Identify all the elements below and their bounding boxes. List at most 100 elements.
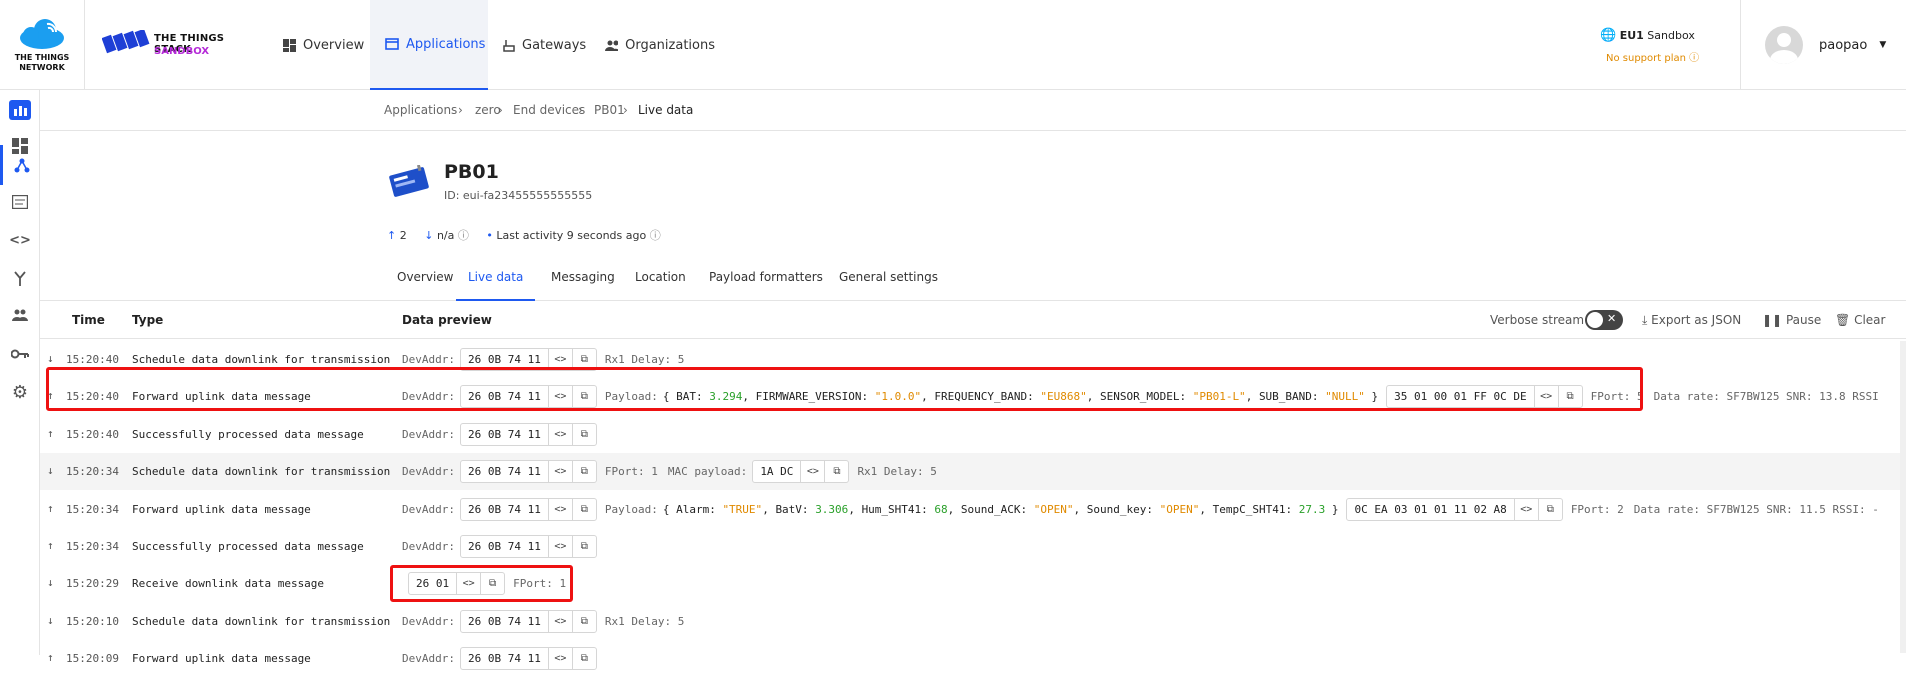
- copy-icon[interactable]: ⧉: [571, 424, 596, 445]
- application-icon: [385, 38, 399, 50]
- copy-icon[interactable]: ⧉: [1537, 499, 1562, 520]
- stack-logo[interactable]: THE THINGS STACK SANDBOX: [102, 28, 262, 64]
- code-toggle-icon[interactable]: <>: [547, 499, 572, 520]
- row-time: 15:20:40: [66, 428, 119, 441]
- highlight-box-uplink: [46, 367, 1643, 411]
- copy-icon[interactable]: ⧉: [571, 611, 596, 632]
- devaddr-label: DevAddr:: [402, 540, 455, 553]
- sidebar-item-end-devices[interactable]: [0, 145, 40, 185]
- nav-overview[interactable]: Overview: [283, 0, 370, 90]
- table-header: Time Type Data preview Verbose stream ✕ …: [40, 301, 1906, 339]
- mac-payload-chip[interactable]: 1A DC <> ⧉: [752, 460, 850, 483]
- ttn-logo-line1: THE THINGS: [14, 53, 70, 62]
- code-toggle-icon[interactable]: <>: [547, 648, 572, 669]
- code-toggle-icon[interactable]: <>: [547, 461, 572, 482]
- user-menu[interactable]: paopao ▼: [1740, 0, 1906, 90]
- column-type: Type: [132, 313, 164, 327]
- row-metadata: Data rate: SF7BW125 SNR: 13.8 RSSI: [1653, 390, 1879, 403]
- row-data-preview: DevAddr: 26 0B 74 11 <> ⧉ FPort: 1 MAC payloa…: [402, 460, 942, 483]
- devaddr-chip[interactable]: 26 0B 74 11 <> ⧉: [459, 423, 597, 446]
- tab-location[interactable]: Location: [635, 270, 686, 301]
- live-data-table: Time Type Data preview Verbose stream ✕ …: [40, 301, 1906, 670]
- breadcrumb-pb01[interactable]: PB01: [594, 103, 625, 117]
- help-icon: ⓘ: [1689, 53, 1700, 64]
- nav-gateways[interactable]: Gateways: [503, 0, 588, 90]
- people-icon: [12, 309, 28, 321]
- table-row[interactable]: ↑ 15:20:09 Forward uplink data message DevA…: [40, 640, 1906, 677]
- device-id: ID: eui-fa23455555555555: [444, 189, 593, 202]
- payload-key: Sound_key:: [1086, 503, 1160, 516]
- payload-key: Alarm:: [676, 503, 723, 516]
- code-toggle-icon[interactable]: <>: [800, 461, 824, 482]
- row-type: Successfully processed data message: [132, 540, 364, 553]
- pause-button[interactable]: ❚❚ Pause: [1762, 313, 1821, 327]
- verbose-stream-toggle[interactable]: ✕: [1585, 310, 1623, 330]
- clear-button[interactable]: 🗑 Clear: [1835, 313, 1885, 327]
- copy-icon[interactable]: ⧉: [571, 461, 596, 482]
- avatar: [1765, 26, 1803, 64]
- devaddr-chip[interactable]: 26 0B 74 11 <> ⧉: [459, 498, 597, 521]
- devaddr-chip[interactable]: 26 0B 74 11 <> ⧉: [459, 610, 597, 633]
- tab-payload-formatters[interactable]: Payload formatters: [709, 270, 823, 301]
- export-json-button[interactable]: ⤓ Export as JSON: [1642, 313, 1741, 328]
- sidebar-item-collaborators[interactable]: [0, 295, 40, 335]
- direction-arrow-icon: ↑: [47, 651, 54, 664]
- device-name: PB01: [444, 161, 499, 183]
- devaddr-chip[interactable]: 26 0B 74 11 <> ⧉: [459, 460, 597, 483]
- region-selector[interactable]: 🌐 EU1 Sandbox No support plan ⓘ: [1600, 28, 1699, 64]
- people-icon: [605, 40, 619, 51]
- direction-arrow-icon: ↓: [47, 464, 54, 477]
- table-row[interactable]: ↓ 15:20:29 Receive downlink data message 26…: [40, 565, 1906, 602]
- export-json-label: Export as JSON: [1651, 313, 1742, 327]
- row-extra: Rx1 Delay: 5: [604, 615, 685, 628]
- uplink-arrow-icon: ↑: [387, 229, 397, 242]
- ttn-logo[interactable]: THE THINGS NETWORK: [0, 0, 85, 90]
- tab-general-settings[interactable]: General settings: [839, 270, 938, 301]
- breadcrumb-end-devices[interactable]: End devices: [513, 103, 585, 117]
- uplink-count: 2: [399, 229, 407, 242]
- copy-icon[interactable]: ⧉: [571, 499, 596, 520]
- sidebar-item-settings[interactable]: ⚙: [0, 372, 40, 412]
- chart-icon: [9, 100, 31, 120]
- scrollbar[interactable]: [1900, 341, 1906, 653]
- breadcrumb-zero[interactable]: zero: [475, 103, 501, 117]
- copy-icon[interactable]: ⧉: [824, 461, 848, 482]
- table-row[interactable]: ↓ 15:20:10 Schedule data downlink for tran…: [40, 603, 1906, 640]
- copy-icon[interactable]: ⧉: [571, 536, 596, 557]
- code-toggle-icon[interactable]: <>: [1513, 499, 1538, 520]
- support-plan: No support plan: [1606, 53, 1686, 64]
- row-type: Schedule data downlink for transmission: [132, 465, 391, 478]
- comma: ,: [1199, 503, 1213, 516]
- tab-live-data[interactable]: Live data: [456, 270, 536, 301]
- copy-icon[interactable]: ⧉: [571, 648, 596, 669]
- devaddr-chip[interactable]: 26 0B 74 11 <> ⧉: [459, 535, 597, 558]
- tab-overview[interactable]: Overview: [397, 270, 454, 301]
- table-row[interactable]: ↑ 15:20:34 Forward uplink data message DevA…: [40, 491, 1906, 528]
- nav-organizations[interactable]: Organizations: [605, 0, 715, 90]
- payload-value: "TRUE": [722, 503, 763, 516]
- payload-value: 27.3: [1298, 503, 1326, 516]
- table-row[interactable]: ↓ 15:20:34 Schedule data downlink for tran…: [40, 453, 1906, 490]
- nav-applications[interactable]: Applications: [370, 0, 488, 90]
- code-toggle-icon[interactable]: <>: [547, 536, 572, 557]
- tab-messaging[interactable]: Messaging: [551, 270, 615, 301]
- code-toggle-icon[interactable]: <>: [547, 424, 572, 445]
- breadcrumb-applications[interactable]: Applications: [384, 103, 457, 117]
- brace: }: [1325, 503, 1339, 516]
- devaddr-chip[interactable]: 26 0B 74 11 <> ⧉: [459, 647, 597, 670]
- sidebar-item-live-data[interactable]: [0, 182, 40, 222]
- column-data-preview: Data preview: [402, 313, 492, 327]
- row-time: 15:20:40: [66, 353, 119, 366]
- sidebar-item-overview-stats[interactable]: [0, 90, 40, 130]
- table-row[interactable]: ↑ 15:20:34 Successfully processed data mes…: [40, 528, 1906, 565]
- sidebar-item-integrations[interactable]: [0, 258, 40, 298]
- sidebar-item-payload-formatters[interactable]: <>: [0, 220, 40, 260]
- stack-logo-subtitle: SANDBOX: [154, 46, 210, 57]
- table-row[interactable]: ↑ 15:20:40 Successfully processed data mes…: [40, 416, 1906, 453]
- raw-payload-chip[interactable]: 0C EA 03 01 01 11 02 A8 <> ⧉: [1346, 498, 1563, 521]
- sidebar-item-api-keys[interactable]: [0, 334, 40, 374]
- payload-value: "OPEN": [1033, 503, 1074, 516]
- row-data-preview: DevAddr: 26 0B 74 11 <> ⧉ Payload:{ Alarm: "…: [402, 498, 1884, 521]
- code-toggle-icon[interactable]: <>: [547, 611, 572, 632]
- user-name: paopao: [1819, 37, 1868, 53]
